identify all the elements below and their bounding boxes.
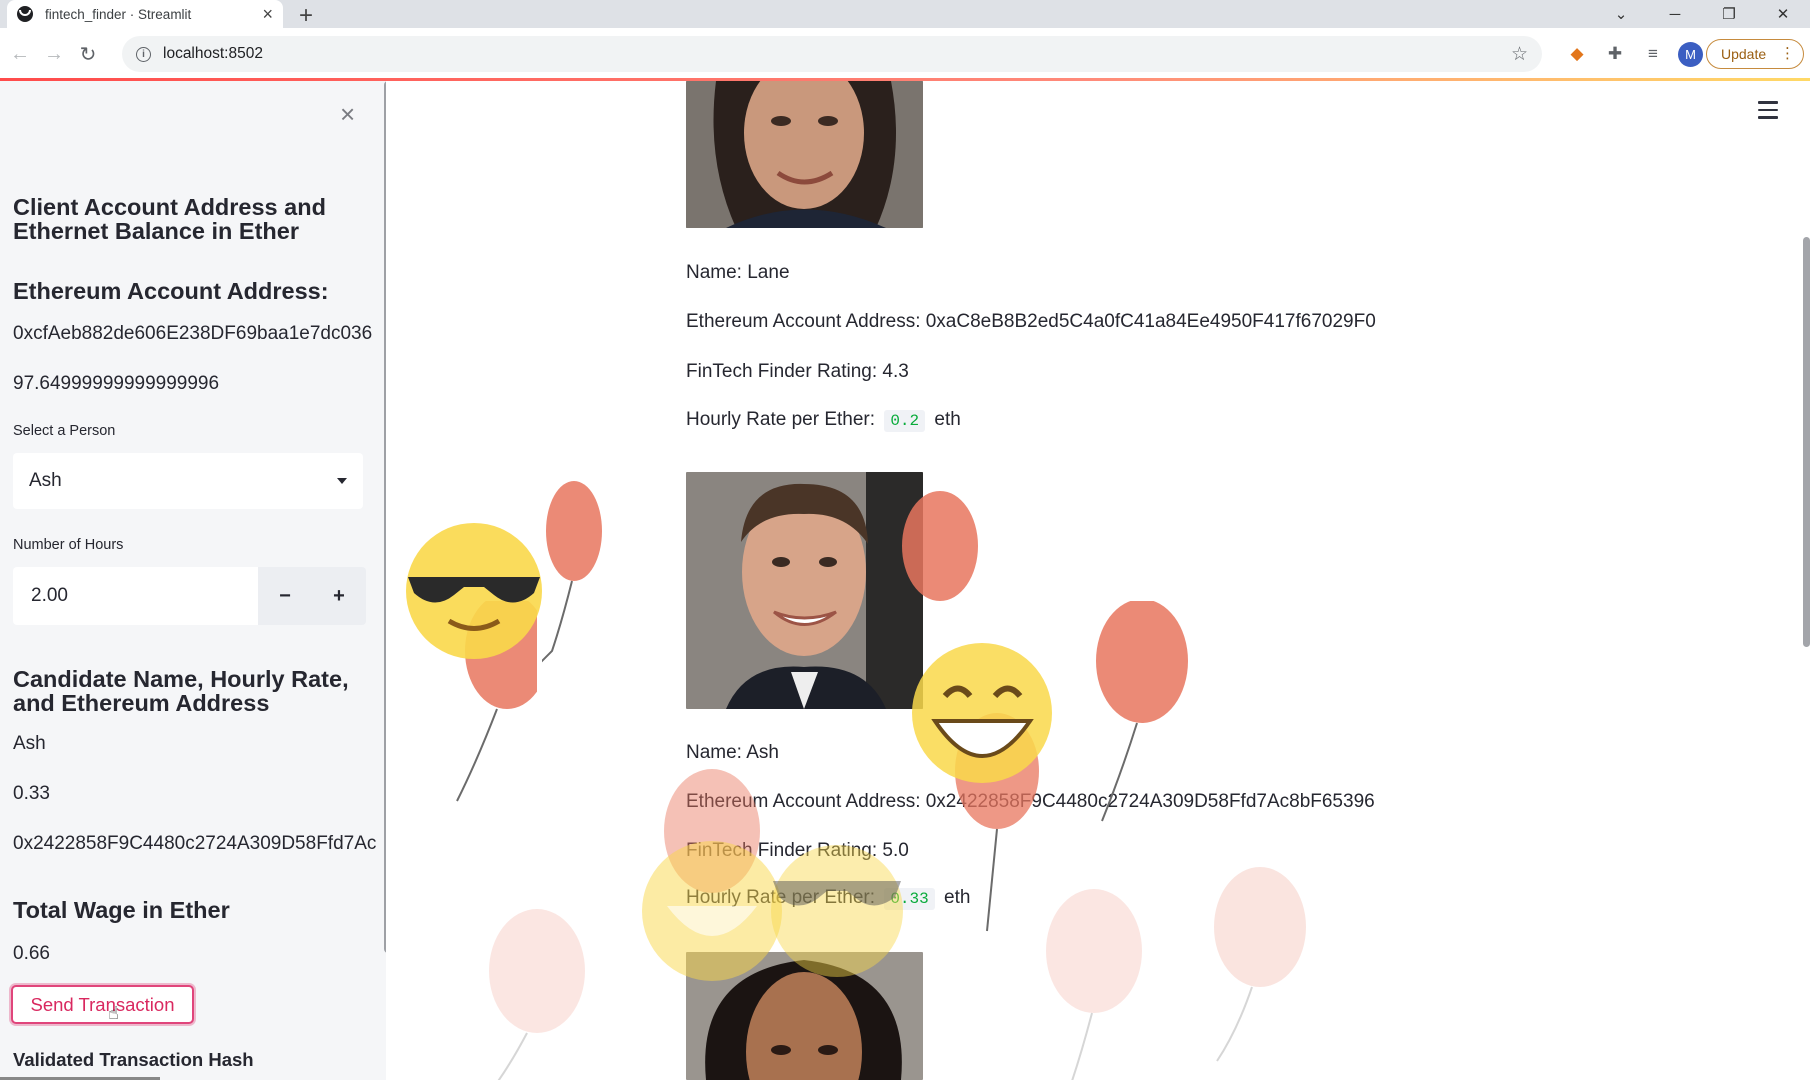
restore-icon[interactable]: ❐ <box>1702 0 1756 28</box>
streamlit-favicon-icon <box>17 6 33 22</box>
person-address: Ethereum Account Address: 0xaC8eB8B2ed5C… <box>686 311 1376 332</box>
update-label: Update <box>1721 46 1767 62</box>
rate-value-code: 0.33 <box>884 888 935 910</box>
update-button[interactable]: Update ⋮ <box>1706 39 1804 69</box>
client-account-heading: Client Account Address and Ethernet Bala… <box>13 194 326 244</box>
select-person-value: Ash <box>29 470 62 491</box>
tab-search-icon[interactable]: ⌄ <box>1594 0 1648 28</box>
rate-label: Hourly Rate per Ether: <box>686 409 876 430</box>
person-hourly-rate: Hourly Rate per Ether: 0.2 eth <box>686 409 961 432</box>
portrait-lane <box>686 81 923 228</box>
number-of-hours-stepper: 2.00 − + <box>13 567 366 625</box>
extensions-puzzle-icon[interactable]: ✚ <box>1596 44 1634 64</box>
extensions-area: ◆ ✚ ≡ M <box>1558 38 1709 70</box>
person-name: Name: Ash <box>686 742 779 763</box>
site-info-icon[interactable]: i <box>136 46 151 62</box>
hamburger-menu-icon[interactable] <box>1758 101 1778 124</box>
balloon-icon <box>1046 889 1142 1080</box>
candidate-heading: Candidate Name, Hourly Rate, and Ethereu… <box>13 666 349 716</box>
close-tab-icon[interactable]: × <box>262 4 273 25</box>
main-scrollbar[interactable] <box>1803 237 1810 647</box>
ethereum-address-heading: Ethereum Account Address: <box>13 278 329 304</box>
address-bar[interactable]: i localhost:8502 ☆ <box>122 36 1542 72</box>
sidebar: × Client Account Address and Ethernet Ba… <box>0 81 386 1080</box>
browser-toolbar: ← → ↻ i localhost:8502 ☆ ◆ ✚ ≡ M Update … <box>0 28 1810 80</box>
decrement-button[interactable]: − <box>258 567 312 625</box>
candidate-address-value: 0x2422858F9C4480c2724A309D58Ffd7Ac <box>13 833 377 854</box>
tab-title: fintech_finder · Streamlit <box>45 6 192 22</box>
balloon-icon <box>1096 601 1188 822</box>
candidate-rate-value: 0.33 <box>13 783 50 804</box>
chevron-down-icon <box>337 478 347 484</box>
rate-unit: eth <box>934 409 961 430</box>
bookmark-star-icon[interactable]: ☆ <box>1511 43 1528 66</box>
forward-icon[interactable]: → <box>40 40 68 68</box>
url-text: localhost:8502 <box>163 45 263 62</box>
sidebar-scrollbar[interactable] <box>384 81 386 953</box>
more-menu-icon[interactable]: ⋮ <box>1780 44 1795 62</box>
person-hourly-rate: Hourly Rate per Ether: 0.33 eth <box>686 887 971 910</box>
window-controls: ⌄ ─ ❐ ✕ <box>1594 0 1810 28</box>
client-balance-value: 97.64999999999999996 <box>13 373 220 394</box>
browser-tab-bar: fintech_finder · Streamlit × + ⌄ ─ ❐ ✕ <box>0 0 1810 30</box>
increment-button[interactable]: + <box>312 567 366 625</box>
reading-list-icon[interactable]: ≡ <box>1634 44 1672 64</box>
minimize-icon[interactable]: ─ <box>1648 0 1702 28</box>
metamask-fox-icon[interactable]: ◆ <box>1558 44 1596 64</box>
reload-icon[interactable]: ↻ <box>74 40 102 68</box>
hand-cursor-icon: ☝ <box>108 1003 119 1023</box>
close-window-icon[interactable]: ✕ <box>1756 0 1810 28</box>
number-of-hours-label: Number of Hours <box>13 537 124 553</box>
client-address-value: 0xcfAeb882de606E238DF69baa1e7dc036 <box>13 323 373 344</box>
rate-label: Hourly Rate per Ether: <box>686 887 876 908</box>
candidate-name-value: Ash <box>13 733 46 754</box>
transaction-hash-heading: Validated Transaction Hash <box>13 1049 254 1070</box>
back-icon[interactable]: ← <box>6 40 34 68</box>
main-content: Name: Lane Ethereum Account Address: 0xa… <box>392 81 1810 1080</box>
rate-unit: eth <box>944 887 971 908</box>
balloon-icon <box>489 909 585 1080</box>
person-name: Name: Lane <box>686 262 790 283</box>
person-address: Ethereum Account Address: 0x2422858F9C44… <box>686 791 1375 812</box>
grinning-emoji-icon <box>912 643 1052 783</box>
balloon-icon <box>542 481 602 663</box>
browser-tab[interactable]: fintech_finder · Streamlit × <box>7 0 283 28</box>
person-rating: FinTech Finder Rating: 4.3 <box>686 361 909 382</box>
balloon-icon <box>456 601 537 802</box>
close-sidebar-icon[interactable]: × <box>340 99 355 130</box>
person-rating: FinTech Finder Rating: 5.0 <box>686 840 909 861</box>
portrait-ash <box>686 472 923 709</box>
total-wage-heading: Total Wage in Ether <box>13 897 230 923</box>
portrait-third <box>686 952 923 1080</box>
total-wage-value: 0.66 <box>13 943 50 964</box>
number-of-hours-input[interactable]: 2.00 <box>13 567 258 625</box>
new-tab-icon[interactable]: + <box>299 2 313 30</box>
balloon-icon <box>955 713 1039 932</box>
balloon-icon <box>1214 867 1306 1062</box>
select-person-dropdown[interactable]: Ash <box>13 453 363 509</box>
send-transaction-button[interactable]: Send Transaction <box>11 985 194 1024</box>
rate-value-code: 0.2 <box>884 410 926 432</box>
profile-avatar[interactable]: M <box>1678 41 1703 67</box>
sunglasses-emoji-icon <box>406 523 542 659</box>
select-person-label: Select a Person <box>13 423 116 439</box>
